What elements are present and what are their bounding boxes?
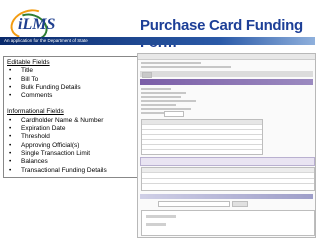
- list-item: Comments: [7, 92, 137, 101]
- tagline: An application for the Department of Sta…: [4, 38, 88, 43]
- text-line: [141, 104, 176, 106]
- text-line: [141, 66, 231, 68]
- funding-header-row: [140, 157, 315, 166]
- toolbar-icon[interactable]: [142, 72, 152, 78]
- window-titlebar: [138, 54, 315, 60]
- form-screenshot: [137, 53, 316, 238]
- title-input[interactable]: [164, 111, 184, 117]
- list-item: Balances: [7, 158, 137, 167]
- text-line: [141, 108, 191, 110]
- fields-panel: Editable Fields Title Bill To Bulk Fundi…: [3, 56, 141, 178]
- card-info-table: [141, 119, 263, 155]
- page-title: Purchase Card Funding Form: [140, 17, 303, 51]
- header: iLMS Purchase Card Funding Form An appli…: [0, 0, 320, 51]
- logo-text: iLMS: [18, 16, 56, 33]
- header-bar: An application for the Department of Sta…: [0, 37, 320, 45]
- list-item: Bulk Funding Details: [7, 84, 137, 93]
- comments-header-bar: [140, 194, 313, 199]
- section-header-bar: [140, 79, 313, 85]
- lookup-button[interactable]: [232, 201, 248, 207]
- informational-fields-heading: Informational Fields: [7, 108, 64, 116]
- text-line: [141, 88, 171, 90]
- list-item: Bill To: [7, 76, 137, 85]
- funding-table: [141, 167, 315, 191]
- text-line: [141, 92, 186, 94]
- ilms-logo: iLMS: [4, 4, 55, 46]
- editable-fields-list: Title Bill To Bulk Funding Details Comme…: [7, 67, 137, 100]
- list-item: Approving Official(s): [7, 142, 137, 151]
- list-item: Single Transaction Limit: [7, 150, 137, 159]
- list-item: Title: [7, 67, 137, 76]
- toolbar-strip: [140, 71, 313, 77]
- informational-fields-list: Cardholder Name & Number Expiration Date…: [7, 117, 137, 175]
- list-item: Expiration Date: [7, 125, 137, 134]
- bill-to-select[interactable]: [158, 201, 230, 207]
- comments-area[interactable]: [141, 210, 315, 236]
- text-line: [141, 100, 196, 102]
- list-item: Cardholder Name & Number: [7, 117, 137, 126]
- list-item: Threshold: [7, 133, 137, 142]
- list-item: Transactional Funding Details: [7, 167, 137, 176]
- text-line: [141, 62, 201, 64]
- editable-fields-heading: Editable Fields: [7, 59, 50, 66]
- text-line: [141, 96, 181, 98]
